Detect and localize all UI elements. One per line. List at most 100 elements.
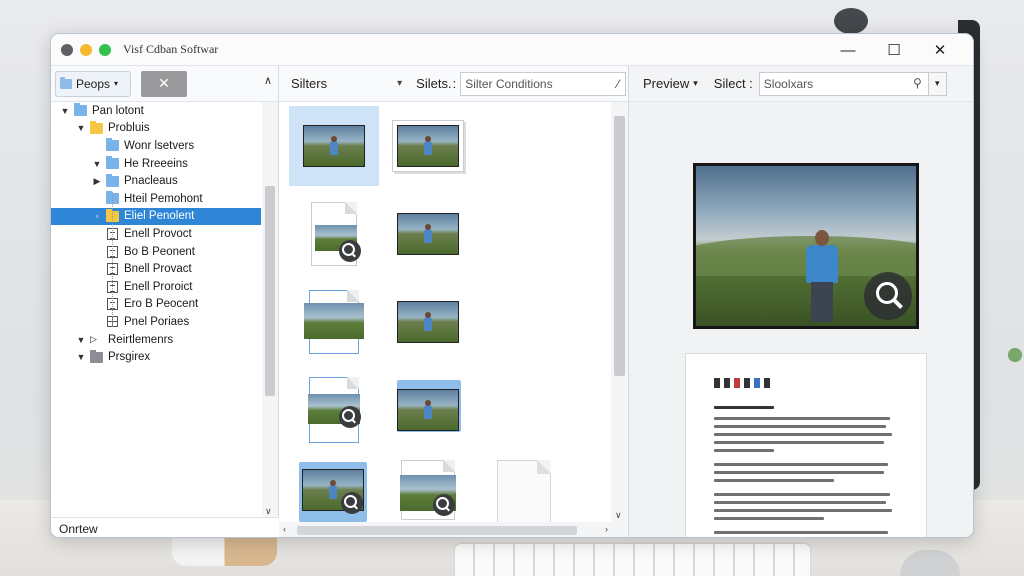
tree-item[interactable]: Ero B Peocent <box>51 296 278 314</box>
expand-toggle-icon[interactable]: ▼ <box>75 352 87 362</box>
maximize-button[interactable]: ☐ <box>871 34 917 66</box>
tree-item[interactable]: ▼ Pan lotont <box>51 102 278 120</box>
tree-item-label: Bnell Provact <box>124 263 192 276</box>
people-dropdown-label: Peops <box>76 76 111 91</box>
tree-item-label: Enell Proroict <box>124 280 193 293</box>
expand-toggle-icon[interactable]: ▼ <box>75 123 87 133</box>
expand-toggle-icon[interactable]: ▼ <box>75 335 87 345</box>
people-dropdown[interactable]: Peops ▾ <box>55 70 131 97</box>
expand-toggle-icon[interactable]: ▼ <box>59 106 71 116</box>
photo-thumbnail <box>303 125 365 167</box>
chevron-up-icon[interactable]: ∧ <box>264 74 272 87</box>
zoom-magnifier-icon[interactable] <box>864 272 912 320</box>
thumbnail-scrollbar[interactable]: ∨ <box>611 102 628 537</box>
preview-image <box>693 163 919 329</box>
thumbnail-item[interactable] <box>489 458 559 522</box>
tree-item[interactable]: ▼ ▷ Reirtlemenrs <box>51 331 278 349</box>
tree-item[interactable]: Enell Proroict <box>51 278 278 296</box>
search-dropdown-button[interactable]: ▾ <box>928 71 947 96</box>
expand-toggle-icon[interactable]: ◦ <box>91 211 103 221</box>
thumbnail-scroll-thumb[interactable] <box>614 116 625 376</box>
close-dot-icon[interactable] <box>61 43 73 56</box>
preview-pane: Preview ▾ Silect : Sloolxars ⚲ ▾ <box>629 66 973 537</box>
thumbnail-item[interactable] <box>393 196 463 272</box>
search-icon[interactable]: ⚲ <box>913 76 922 90</box>
expand-toggle-icon[interactable]: ▼ <box>91 159 103 169</box>
tree-scrollbar[interactable]: ∨ <box>262 102 278 537</box>
close-button[interactable]: ✕ <box>917 34 963 66</box>
filter-toolbar: Silters ▾ Silets. : Silter Conditions ⁄ <box>279 66 628 102</box>
folder-icon <box>90 120 103 134</box>
tree-item[interactable]: Bo B Peonent <box>51 243 278 261</box>
thumbnail-pane: Silters ▾ Silets. : Silter Conditions ⁄ <box>279 66 629 537</box>
tree-item[interactable]: ▼ He Rreeeins <box>51 155 278 173</box>
tree-item[interactable]: ▼ Probluis <box>51 120 278 138</box>
scroll-down-icon[interactable]: ∨ <box>615 510 622 521</box>
window-controls: — ☐ ✕ <box>825 34 963 66</box>
thumbnail-item[interactable] <box>299 196 369 272</box>
folder-icon <box>106 138 119 152</box>
tree-item[interactable]: ▼ Prsgirex <box>51 348 278 366</box>
document-logo <box>714 378 898 388</box>
thumbnail-item[interactable] <box>299 282 369 362</box>
preview-dropdown-icon[interactable]: ▾ <box>693 78 698 89</box>
document-preview <box>685 353 927 537</box>
thumbnail-grid <box>279 102 612 522</box>
app-window: Visf Cdban Softwar — ☐ ✕ Peops ▾ ✕ ∧ ▼ Pa… <box>50 33 974 538</box>
tree-item-label: Bo B Peonent <box>124 245 195 258</box>
window-title: Visf Cdban Softwar <box>123 42 219 56</box>
clear-button[interactable]: ✕ <box>141 70 187 97</box>
folder-icon <box>60 76 72 89</box>
pin-icon[interactable]: ⁄ <box>617 77 619 91</box>
tree-item[interactable]: Hteil Pemohont <box>51 190 278 208</box>
preview-search-input[interactable]: Sloolxars ⚲ <box>758 71 929 96</box>
thumbnail-horizontal-scrollbar[interactable]: ‹ › <box>279 522 612 537</box>
magnifier-icon <box>339 406 361 428</box>
keyboard <box>455 544 810 576</box>
tree-item-label: Ero B Peocent <box>124 298 199 311</box>
thumbnail-item[interactable] <box>393 458 463 522</box>
thumbnail-item[interactable] <box>299 370 369 450</box>
tree-item[interactable]: Wonr lsetvers <box>51 137 278 155</box>
traffic-lights <box>61 43 111 56</box>
thumbnail-item[interactable] <box>393 282 463 362</box>
scroll-down-icon[interactable]: ∨ <box>265 506 272 517</box>
tree-item-selected[interactable]: ◦ Eliel Penolent <box>51 207 261 226</box>
thumbnail-item-selected[interactable] <box>289 106 379 186</box>
thumbnail-item[interactable] <box>393 370 463 450</box>
person-figure <box>804 230 840 322</box>
scroll-right-icon[interactable]: › <box>605 524 608 534</box>
tree-guide-line <box>112 192 113 327</box>
tree-item[interactable]: Pnel Poriaes <box>51 313 278 331</box>
cup <box>172 536 277 566</box>
magnifier-icon <box>433 494 455 516</box>
horizontal-scroll-thumb[interactable] <box>297 526 577 535</box>
framed-photo <box>392 120 464 172</box>
tree-item-label: He Rreeeins <box>124 157 188 170</box>
chevron-down-icon: ▾ <box>114 79 119 88</box>
expand-toggle-icon[interactable]: ▶ <box>91 176 103 187</box>
filter2-label: Silets. <box>416 76 452 91</box>
tree-scroll-thumb[interactable] <box>265 186 275 396</box>
tree-item-label: Hteil Pemohont <box>124 192 203 205</box>
photo-thumbnail <box>397 213 459 255</box>
blank-document-icon <box>497 460 551 522</box>
filter-conditions-input[interactable]: Silter Conditions ⁄ <box>460 71 627 96</box>
colon-label: : <box>452 76 457 91</box>
document-heading-line <box>714 406 774 409</box>
photo-thumbnail <box>397 389 459 431</box>
tree-item[interactable]: ▶ Pnacleaus <box>51 172 278 190</box>
scroll-left-icon[interactable]: ‹ <box>283 524 286 534</box>
minimize-dot-icon[interactable] <box>80 43 92 56</box>
minimize-button[interactable]: — <box>825 34 871 66</box>
tree-item-label: Eliel Penolent <box>124 210 195 223</box>
thumbnail-item[interactable] <box>392 106 464 186</box>
maximize-dot-icon[interactable] <box>99 43 111 56</box>
tree-item[interactable]: Bnell Provact <box>51 260 278 278</box>
filters-dropdown-icon[interactable]: ▾ <box>397 78 402 89</box>
select-label: Silect : <box>713 76 753 91</box>
tree-item[interactable]: Enell Provoct <box>51 225 278 243</box>
thumbnail-item[interactable] <box>297 458 369 522</box>
folder-tree-pane: Peops ▾ ✕ ∧ ▼ Pan lotont ▼ Probluis Wonr lse… <box>51 66 279 537</box>
tree-item-label: Wonr lsetvers <box>124 139 195 152</box>
